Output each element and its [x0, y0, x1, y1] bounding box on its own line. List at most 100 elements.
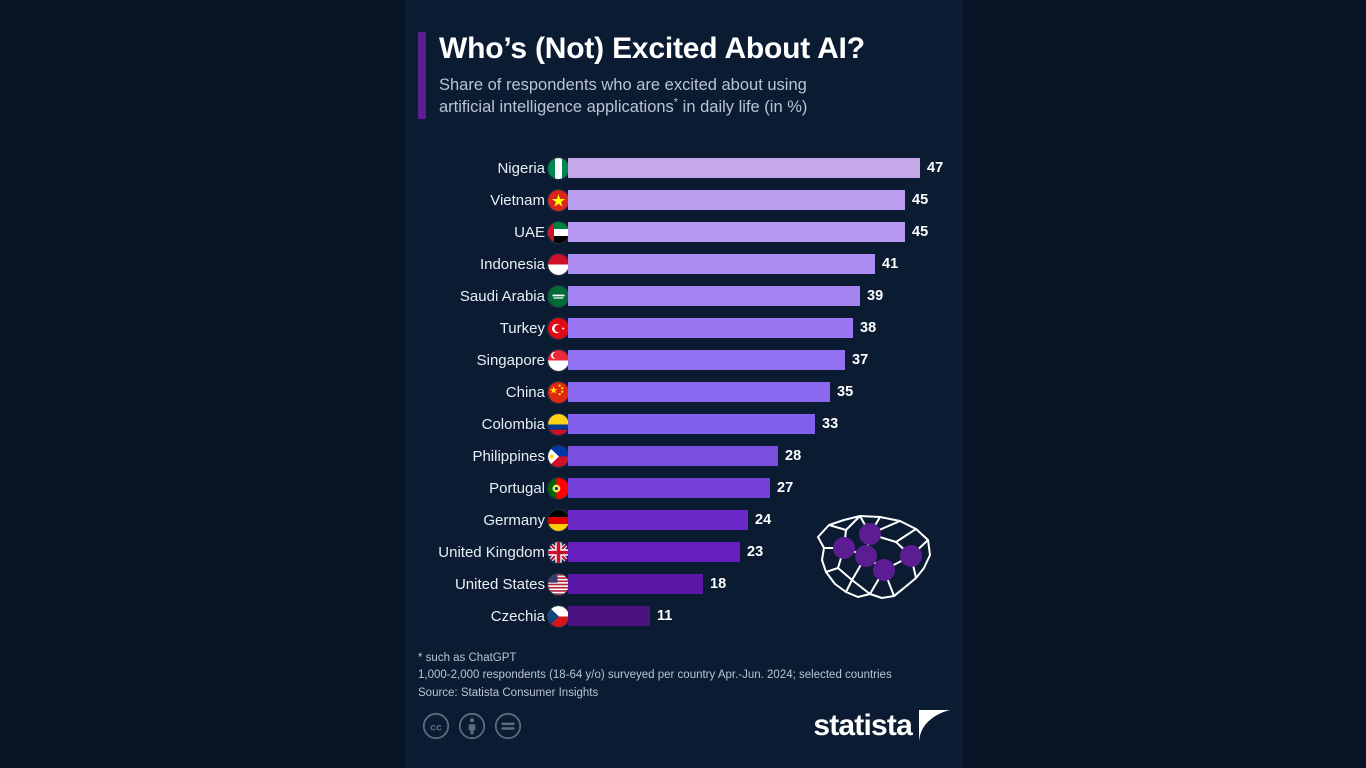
flag-nigeria-icon: [548, 157, 569, 179]
bar: [568, 190, 905, 210]
country-label: Portugal: [489, 479, 545, 497]
bar: [568, 478, 770, 498]
source-line: Source: Statista Consumer Insights: [418, 686, 599, 699]
bar-value-label: 35: [837, 383, 854, 400]
chart-row: Portugal 27: [405, 472, 963, 504]
bar: [568, 254, 875, 274]
chart-row: China 35: [405, 376, 963, 408]
chart-row: Turkey 38: [405, 312, 963, 344]
bar-value-label: 24: [755, 511, 772, 528]
country-label: United Kingdom: [438, 543, 545, 561]
bar-value-label: 18: [710, 575, 727, 592]
flag-united-states-icon: [548, 573, 569, 595]
accent-bar: [418, 32, 426, 120]
flag-singapore-icon: [548, 349, 569, 371]
flag-uae-icon: [548, 221, 569, 243]
flag-saudi-arabia-icon: [548, 285, 569, 307]
flag-vietnam-icon: [548, 189, 569, 211]
statista-mark-icon: [919, 710, 950, 741]
flag-turkey-icon: [548, 317, 569, 339]
bar: [568, 542, 740, 562]
bar-track: [568, 222, 905, 242]
chart-row: Philippines 28: [405, 440, 963, 472]
country-label: Philippines: [472, 447, 545, 465]
screenshot-canvas: Who’s (Not) Excited About AI? Share of r…: [0, 0, 1366, 768]
svg-text:cc: cc: [430, 721, 442, 733]
country-label: Vietnam: [490, 191, 545, 209]
page-subtitle: Share of respondents who are excited abo…: [439, 74, 948, 120]
statista-wordmark: statista: [813, 708, 912, 742]
bar: [568, 222, 905, 242]
country-label: Germany: [483, 511, 545, 529]
bar: [568, 382, 830, 402]
bar-value-label: 33: [822, 415, 839, 432]
country-label: Czechia: [490, 607, 545, 625]
chart-row: Nigeria 47: [405, 152, 963, 184]
bar-track: [568, 286, 860, 306]
chart-row: Vietnam 45: [405, 184, 963, 216]
bar: [568, 318, 853, 338]
bar-chart: Nigeria 47 Vietnam 45 UAE 45 Indonesia 41 Saudi …: [405, 152, 963, 632]
chart-row: Germany 24: [405, 504, 963, 536]
header-text-block: Who’s (Not) Excited About AI? Share of r…: [439, 32, 948, 119]
country-label: Turkey: [499, 319, 545, 337]
bar: [568, 350, 845, 370]
bar-track: [568, 510, 748, 530]
footnote-line-2: 1,000‑2,000 respondents (18‑64 y/o) surv…: [418, 669, 892, 682]
flag-colombia-icon: [548, 413, 569, 435]
bar-track: [568, 350, 845, 370]
chart-row: Indonesia 41: [405, 248, 963, 280]
bar: [568, 574, 703, 594]
bar-track: [568, 382, 830, 402]
bar: [568, 606, 650, 626]
flag-portugal-icon: [548, 477, 569, 499]
bar-track: [568, 190, 905, 210]
bar-track: [568, 574, 703, 594]
chart-row: Saudi Arabia 39: [405, 280, 963, 312]
country-label: Colombia: [481, 415, 545, 433]
bar-value-label: 11: [657, 607, 673, 624]
bar-track: [568, 606, 650, 626]
flag-germany-icon: [548, 509, 569, 531]
chart-header: Who’s (Not) Excited About AI? Share of r…: [418, 32, 948, 120]
bar: [568, 286, 860, 306]
bar-track: [568, 478, 770, 498]
footnote-line-1: * such as ChatGPT: [418, 652, 517, 664]
bar-value-label: 45: [912, 223, 929, 240]
bar: [568, 158, 920, 178]
flag-philippines-icon: [548, 445, 569, 467]
bar-value-label: 41: [882, 255, 899, 272]
chart-row: Singapore 37: [405, 344, 963, 376]
bar-track: [568, 414, 815, 434]
bar: [568, 446, 778, 466]
bar-value-label: 47: [927, 159, 944, 176]
chart-row: United States 18: [405, 568, 963, 600]
flag-china-icon: [548, 381, 569, 403]
country-label: Singapore: [476, 351, 545, 369]
branding-bar: cc statista: [418, 710, 950, 746]
creative-commons-icon[interactable]: cc: [422, 712, 450, 740]
no-derivatives-icon[interactable]: [494, 712, 522, 740]
bar-value-label: 27: [777, 479, 794, 496]
footnotes: * such as ChatGPT 1,000‑2,000 respondent…: [418, 650, 948, 702]
chart-row: UAE 45: [405, 216, 963, 248]
infographic-card: Who’s (Not) Excited About AI? Share of r…: [405, 0, 963, 768]
bar-value-label: 45: [912, 191, 929, 208]
bar-value-label: 39: [867, 287, 884, 304]
flag-indonesia-icon: [548, 253, 569, 275]
bar-value-label: 38: [860, 319, 877, 336]
bar-track: [568, 446, 778, 466]
bar-track: [568, 158, 920, 178]
flag-united-kingdom-icon: [548, 541, 569, 563]
country-label: Saudi Arabia: [459, 287, 545, 305]
subtitle-line-1: Share of respondents who are excited abo…: [439, 75, 807, 94]
country-label: Indonesia: [479, 255, 545, 273]
page-title: Who’s (Not) Excited About AI?: [439, 32, 865, 65]
subtitle-line-2a: artificial intelligence applications: [439, 98, 674, 117]
creative-commons-license-icons: cc: [422, 712, 522, 740]
bar-value-label: 28: [785, 447, 802, 464]
statista-logo[interactable]: statista: [813, 710, 950, 741]
country-label: United States: [454, 575, 545, 593]
country-label: Nigeria: [497, 159, 545, 177]
attribution-icon[interactable]: [458, 712, 486, 740]
